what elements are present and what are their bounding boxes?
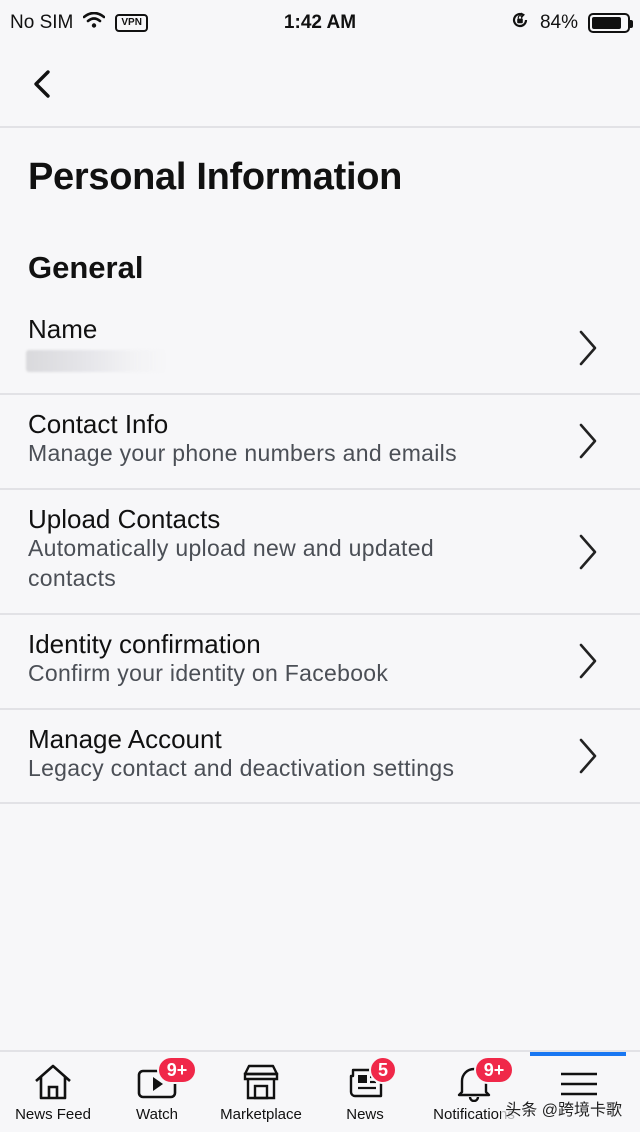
bell-icon: 9+ bbox=[452, 1056, 514, 1103]
battery-icon bbox=[588, 13, 633, 33]
row-subtitle: Manage your phone numbers and emails bbox=[28, 440, 457, 466]
chevron-right-icon bbox=[579, 330, 597, 366]
nav-header bbox=[0, 46, 640, 128]
row-title: Identity confirmation bbox=[28, 629, 261, 659]
shop-icon bbox=[239, 1062, 283, 1102]
back-button[interactable] bbox=[22, 64, 62, 104]
tab-marketplace[interactable]: Marketplace bbox=[208, 1052, 314, 1132]
row-identity-confirmation[interactable]: Identity confirmation Confirm your ident… bbox=[0, 615, 640, 710]
page-title: Personal Information bbox=[28, 156, 403, 198]
chevron-right-icon bbox=[579, 534, 597, 570]
tab-watch[interactable]: 9+ Watch bbox=[104, 1052, 210, 1132]
row-manage-account[interactable]: Manage Account Legacy contact and deacti… bbox=[0, 710, 640, 804]
tab-news-feed[interactable]: News Feed bbox=[0, 1052, 106, 1132]
battery-percent: 84% bbox=[539, 12, 578, 33]
section-heading-general: General bbox=[28, 250, 144, 285]
status-left: No SIM VPN bbox=[10, 11, 148, 34]
chevron-right-icon bbox=[579, 423, 597, 459]
tab-news[interactable]: 5 News bbox=[312, 1052, 418, 1132]
row-subtitle: Confirm your identity on Facebook bbox=[28, 660, 389, 686]
vpn-badge: VPN bbox=[115, 14, 148, 32]
tab-label: Marketplace bbox=[220, 1106, 302, 1123]
video-icon: 9+ bbox=[135, 1056, 197, 1102]
row-title: Contact Info bbox=[28, 409, 169, 439]
status-right: 84% bbox=[510, 10, 633, 36]
tab-label: News Feed bbox=[15, 1106, 91, 1123]
chevron-right-icon bbox=[579, 643, 597, 679]
watch-badge: 9+ bbox=[157, 1056, 197, 1084]
notifications-badge: 9+ bbox=[474, 1056, 514, 1084]
tab-notifications[interactable]: 9+ Notifications bbox=[418, 1052, 530, 1132]
row-title: Name bbox=[28, 314, 98, 344]
status-bar: No SIM VPN 1:42 AM 84% bbox=[0, 0, 640, 46]
watermark: 头条 @跨境卡歌 bbox=[501, 1096, 626, 1120]
row-subtitle: Automatically upload new and updated con… bbox=[28, 535, 434, 591]
row-contact-info[interactable]: Contact Info Manage your phone numbers a… bbox=[0, 395, 640, 490]
carrier-label: No SIM bbox=[10, 12, 74, 33]
news-badge: 5 bbox=[369, 1056, 398, 1084]
row-title: Manage Account bbox=[28, 724, 222, 754]
chevron-left-icon bbox=[34, 70, 50, 98]
row-upload-contacts[interactable]: Upload Contacts Automatically upload new… bbox=[0, 490, 640, 615]
row-title: Upload Contacts bbox=[28, 504, 221, 534]
orientation-lock-icon bbox=[510, 10, 530, 36]
chevron-right-icon bbox=[579, 738, 597, 774]
battery-fill bbox=[592, 17, 621, 29]
wifi-icon bbox=[83, 11, 106, 34]
tab-label: News bbox=[346, 1106, 384, 1123]
row-subtitle: Legacy contact and deactivation settings bbox=[28, 755, 455, 781]
home-icon bbox=[31, 1062, 75, 1102]
tab-menu[interactable] bbox=[526, 1052, 632, 1132]
tab-label: Watch bbox=[136, 1106, 178, 1123]
name-value-redacted bbox=[26, 350, 166, 372]
tab-bar: News Feed 9+ Watch Marketplace 5 News 9+… bbox=[0, 1050, 640, 1132]
newspaper-icon: 5 bbox=[343, 1056, 398, 1102]
row-name[interactable]: Name bbox=[0, 300, 640, 395]
